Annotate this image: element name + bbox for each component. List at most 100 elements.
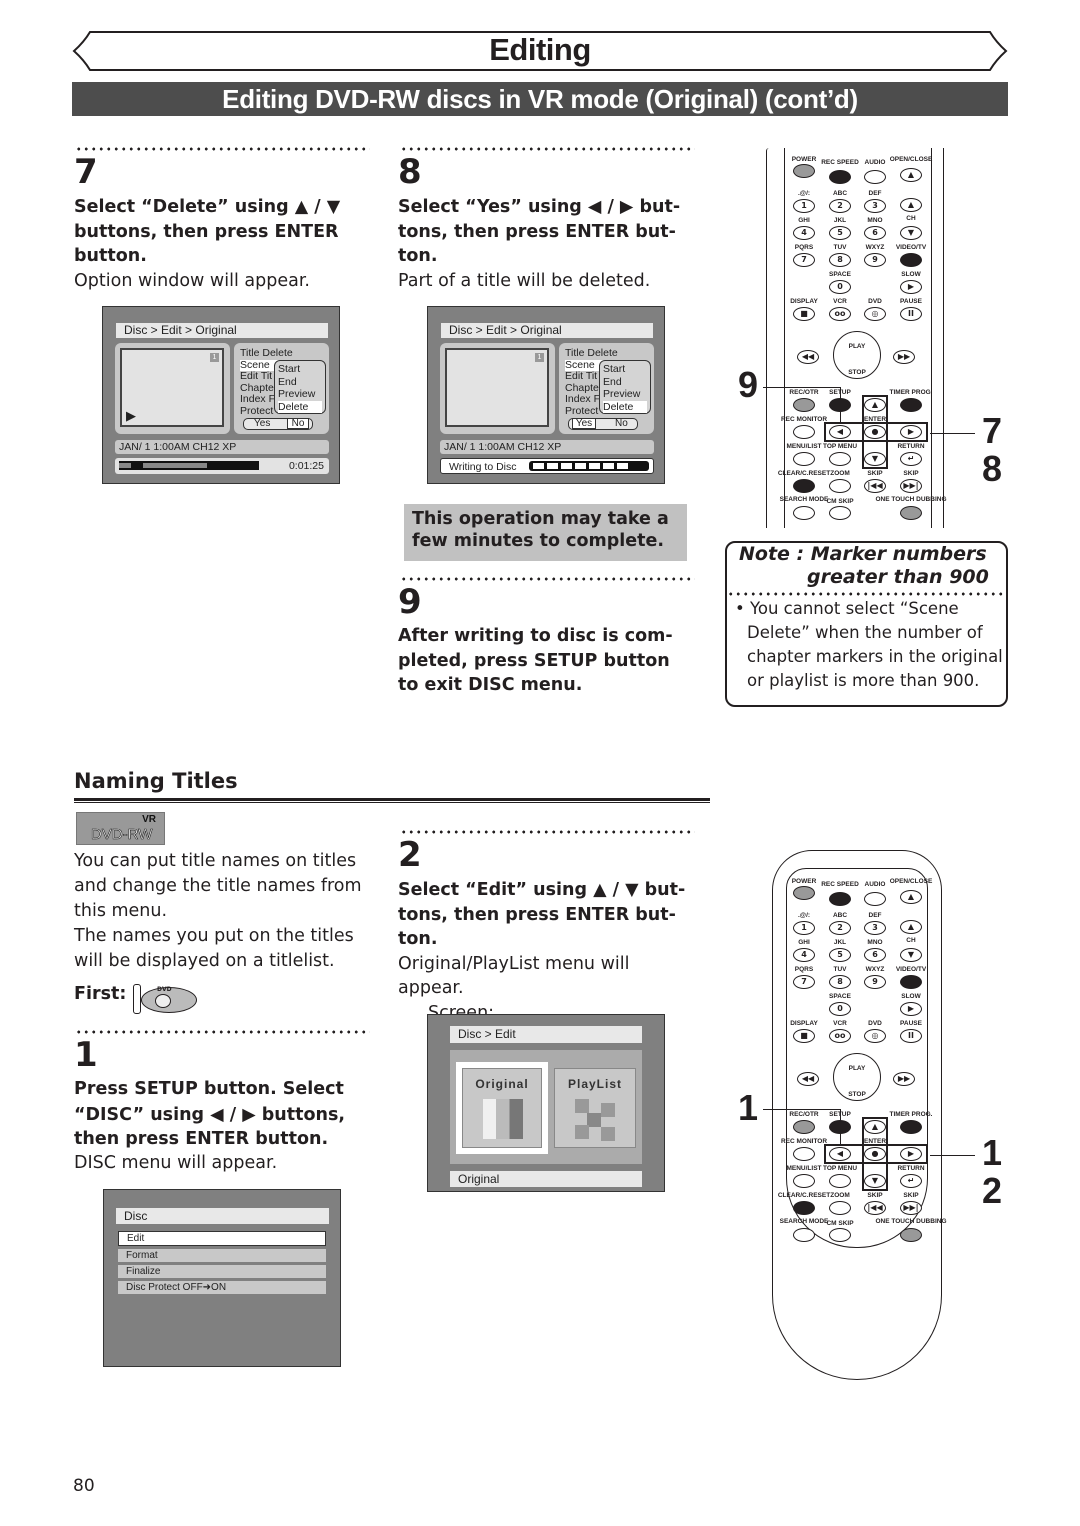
tile-playlist[interactable]: PlayList [554,1068,636,1148]
dubbing-button[interactable] [900,1228,922,1242]
rec-otr-button[interactable] [793,1120,815,1134]
play-stop-button[interactable] [833,1053,881,1101]
zoom-button[interactable] [829,479,851,493]
number-button[interactable]: 7 [793,975,815,989]
number-button[interactable]: 4 [793,226,815,240]
skip-back-button[interactable]: |◀◀ [864,1201,886,1215]
play-stop-button[interactable] [833,331,881,379]
popup-item[interactable]: Preview [278,388,322,401]
open-close-button[interactable]: ▲ [900,168,922,182]
popup-item[interactable]: End [278,376,322,389]
popup-item[interactable]: End [603,376,647,389]
dvd-button[interactable]: ◎ [864,1029,886,1043]
display-button[interactable]: ■ [793,307,815,321]
zoom-button[interactable] [829,1201,851,1215]
number-button[interactable]: 5 [829,948,851,962]
menu-list-button[interactable] [793,452,815,466]
fast-forward-button[interactable]: ▶▶ [893,1072,915,1086]
number-button[interactable]: 2 [829,921,851,935]
yes-option-selected[interactable]: Yes [572,418,596,429]
popup-item[interactable]: Start [278,363,322,376]
menu-item[interactable]: Disc Protect OFF➜ON [118,1281,326,1294]
channel-up-button[interactable]: ▲ [900,198,922,212]
search-mode-button[interactable] [793,506,815,520]
power-button[interactable] [793,164,815,178]
menu-item[interactable]: Format [118,1249,326,1262]
pause-button[interactable]: II [900,1029,922,1043]
no-option[interactable]: No [615,419,628,429]
channel-down-button[interactable]: ▼ [900,948,922,962]
setup-button[interactable] [829,1120,851,1134]
number-button[interactable]: 2 [829,199,851,213]
open-close-button[interactable]: ▲ [900,890,922,904]
number-button[interactable]: 1 [793,199,815,213]
timer-prog-button[interactable] [900,398,922,412]
top-menu-button[interactable] [829,452,851,466]
skip-forward-button[interactable]: ▶▶| [900,479,922,493]
slow-button[interactable]: ▶ [900,1002,922,1016]
number-button[interactable]: 6 [864,948,886,962]
search-mode-button[interactable] [793,1228,815,1242]
vcr-button[interactable]: oo [829,307,851,321]
rec-speed-button[interactable] [829,170,851,184]
setup-button[interactable] [829,398,851,412]
timer-prog-button[interactable] [900,1120,922,1134]
rewind-button[interactable]: ◀◀ [797,1072,819,1086]
popup-item-selected[interactable]: Delete [603,400,647,413]
rec-otr-button[interactable] [793,398,815,412]
top-menu-button[interactable] [829,1174,851,1188]
menu-item[interactable]: Finalize [118,1265,326,1278]
rec-speed-button[interactable] [829,892,851,906]
number-button[interactable]: 5 [829,226,851,240]
rewind-button[interactable]: ◀◀ [797,350,819,364]
channel-up-button[interactable]: ▲ [900,920,922,934]
menu-item-selected[interactable]: Edit [118,1231,326,1246]
clear-button[interactable] [793,479,815,493]
audio-button[interactable] [864,170,886,184]
number-button[interactable]: 9 [864,253,886,267]
remote-label: TIMER PROG. [889,1111,933,1118]
display-button[interactable]: ■ [793,1029,815,1043]
popup-item[interactable]: Preview [603,388,647,401]
tile-original-selected[interactable]: Original [456,1062,548,1154]
number-button[interactable]: 7 [793,253,815,267]
rec-monitor-button[interactable] [793,425,815,439]
yes-option[interactable]: Yes [254,419,270,429]
cm-skip-button[interactable] [829,506,851,520]
menu-item[interactable]: Title Delete [565,347,618,360]
menu-item[interactable]: Title Delete [240,347,293,360]
number-button[interactable]: 4 [793,948,815,962]
skip-forward-button[interactable]: ▶▶| [900,1201,922,1215]
clear-button[interactable] [793,1201,815,1215]
number-button[interactable]: 8 [829,975,851,989]
no-option-selected[interactable]: No [287,418,309,429]
skip-back-button[interactable]: |◀◀ [864,479,886,493]
vcr-button[interactable]: oo [829,1029,851,1043]
video-tv-button[interactable] [900,975,922,989]
audio-button[interactable] [864,892,886,906]
pause-button[interactable]: II [900,307,922,321]
number-button[interactable]: 3 [864,921,886,935]
slow-button[interactable]: ▶ [900,280,922,294]
number-button[interactable]: 8 [829,253,851,267]
return-button[interactable]: ↵ [900,1174,922,1188]
menu-list-button[interactable] [793,1174,815,1188]
popup-item[interactable]: Start [603,363,647,376]
title-badge: 1 [210,353,219,362]
number-button[interactable]: 0 [829,1002,851,1016]
number-button[interactable]: 0 [829,280,851,294]
rec-monitor-button[interactable] [793,1147,815,1161]
dvd-button[interactable]: ◎ [864,307,886,321]
video-tv-button[interactable] [900,253,922,267]
power-button[interactable] [793,886,815,900]
number-button[interactable]: 1 [793,921,815,935]
channel-down-button[interactable]: ▼ [900,226,922,240]
return-button[interactable]: ↵ [900,452,922,466]
cm-skip-button[interactable] [829,1228,851,1242]
number-button[interactable]: 3 [864,199,886,213]
dubbing-button[interactable] [900,506,922,520]
popup-item-selected[interactable]: Delete [278,400,322,413]
number-button[interactable]: 6 [864,226,886,240]
number-button[interactable]: 9 [864,975,886,989]
fast-forward-button[interactable]: ▶▶ [893,350,915,364]
